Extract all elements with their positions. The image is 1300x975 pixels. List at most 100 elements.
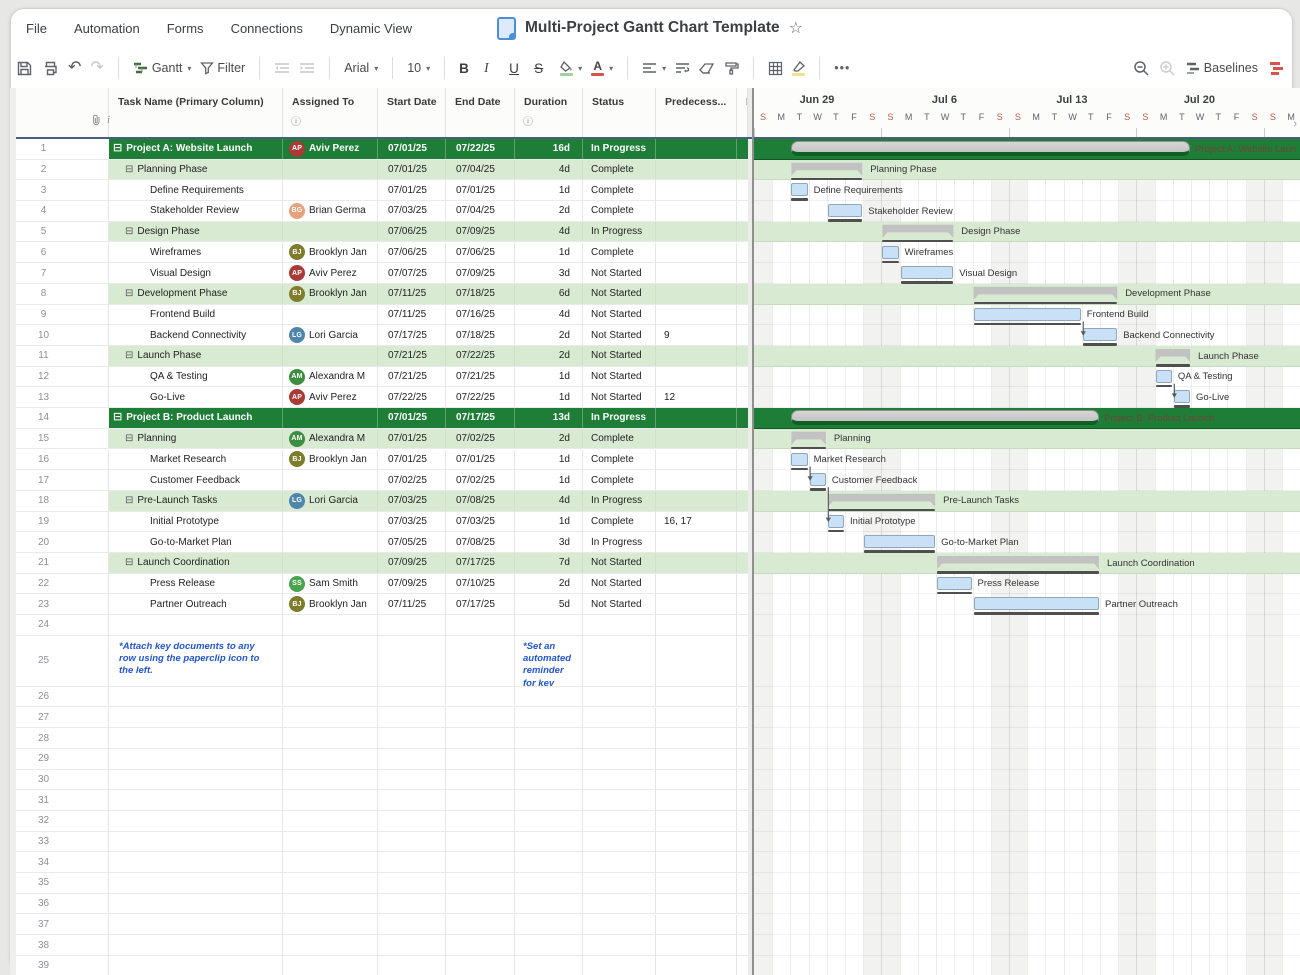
- table-row[interactable]: 35: [16, 873, 748, 894]
- cell-notes[interactable]: [737, 915, 748, 935]
- cell-end-date[interactable]: [446, 956, 515, 975]
- column-header-start[interactable]: Start Date: [378, 88, 446, 137]
- cell-status[interactable]: Complete: [583, 450, 656, 470]
- cell-notes[interactable]: [737, 201, 748, 221]
- cell-start-date[interactable]: 07/11/25: [378, 284, 446, 304]
- table-row[interactable]: 18⊟Pre-Launch TasksLGLori Garcia07/03/25…: [16, 491, 748, 512]
- cell-notes[interactable]: [737, 956, 748, 975]
- cell-status[interactable]: Not Started: [583, 346, 656, 366]
- cell-predecessors[interactable]: [656, 201, 737, 221]
- cell-predecessors[interactable]: 16, 17: [656, 512, 737, 532]
- cell-duration[interactable]: 1d: [515, 450, 583, 470]
- cell-start-date[interactable]: [378, 852, 446, 872]
- gantt-summary-bar[interactable]: [882, 225, 953, 238]
- cell-assigned-to[interactable]: BJBrooklyn Jan: [283, 284, 378, 304]
- collapse-icon[interactable]: ⊟: [125, 558, 133, 568]
- gantt-row[interactable]: [754, 894, 1300, 915]
- cell-predecessors[interactable]: [656, 574, 737, 594]
- cell-assigned-to[interactable]: [283, 811, 378, 831]
- cell-assigned-to[interactable]: [283, 790, 378, 810]
- cell-notes[interactable]: [737, 894, 748, 914]
- table-row[interactable]: 37: [16, 915, 748, 936]
- row-number[interactable]: 10: [16, 325, 109, 345]
- cell-notes[interactable]: [737, 222, 748, 242]
- cell-task-name[interactable]: Go-to-Market Plan: [109, 532, 283, 552]
- cell-assigned-to[interactable]: [283, 532, 378, 552]
- cell-task-name[interactable]: ⊟Development Phase: [109, 284, 283, 304]
- cell-notes[interactable]: [737, 160, 748, 180]
- cell-end-date[interactable]: [446, 832, 515, 852]
- cell-status[interactable]: Not Started: [583, 387, 656, 407]
- cell-assigned-to[interactable]: LGLori Garcia: [283, 491, 378, 511]
- cell-assigned-to[interactable]: [283, 894, 378, 914]
- cell-assigned-to[interactable]: APAviv Perez: [283, 139, 378, 159]
- cell-duration[interactable]: 4d: [515, 491, 583, 511]
- cell-notes[interactable]: [737, 811, 748, 831]
- table-row[interactable]: 29: [16, 749, 748, 770]
- cell-end-date[interactable]: 07/02/25: [446, 470, 515, 490]
- cell-end-date[interactable]: 07/10/25: [446, 574, 515, 594]
- cell-assigned-to[interactable]: [283, 160, 378, 180]
- table-row[interactable]: 38: [16, 935, 748, 956]
- gantt-row[interactable]: Pre-Launch Tasks: [754, 491, 1300, 512]
- cell-duration[interactable]: [515, 935, 583, 955]
- cell-task-name[interactable]: [109, 728, 283, 748]
- cell-notes[interactable]: [737, 574, 748, 594]
- table-row[interactable]: 20Go-to-Market Plan07/05/2507/08/253dIn …: [16, 532, 748, 553]
- gantt-bar[interactable]: [828, 204, 862, 217]
- cell-notes[interactable]: [737, 450, 748, 470]
- cell-notes[interactable]: [737, 749, 748, 769]
- collapse-icon[interactable]: ⊟: [125, 165, 133, 175]
- cell-status[interactable]: Not Started: [583, 284, 656, 304]
- cell-status[interactable]: Not Started: [583, 553, 656, 573]
- cell-assigned-to[interactable]: [283, 832, 378, 852]
- row-number[interactable]: 4: [16, 201, 109, 221]
- cell-notes[interactable]: [737, 594, 748, 614]
- cell-assigned-to[interactable]: BJBrooklyn Jan: [283, 594, 378, 614]
- row-number[interactable]: 25: [16, 636, 109, 686]
- table-row[interactable]: 5⊟Design Phase07/06/2507/09/254dIn Progr…: [16, 222, 748, 243]
- gantt-row[interactable]: Go-to-Market Plan: [754, 532, 1300, 553]
- gantt-summary-bar[interactable]: [828, 494, 935, 507]
- cell-predecessors[interactable]: [656, 790, 737, 810]
- menu-file[interactable]: File: [26, 21, 47, 36]
- cell-status[interactable]: [583, 894, 656, 914]
- cell-notes[interactable]: [737, 139, 748, 159]
- more-options-button[interactable]: •••: [834, 61, 850, 75]
- cell-end-date[interactable]: 07/18/25: [446, 284, 515, 304]
- cell-task-name[interactable]: [109, 915, 283, 935]
- cell-task-name[interactable]: [109, 956, 283, 975]
- cell-task-name[interactable]: ⊟Planning: [109, 429, 283, 449]
- cell-predecessors[interactable]: [656, 429, 737, 449]
- cell-notes[interactable]: [737, 935, 748, 955]
- cell-predecessors[interactable]: [656, 852, 737, 872]
- cell-predecessors[interactable]: [656, 491, 737, 511]
- row-number[interactable]: 36: [16, 894, 109, 914]
- gantt-row[interactable]: Initial Prototype: [754, 512, 1300, 533]
- cell-assigned-to[interactable]: [283, 915, 378, 935]
- cell-predecessors[interactable]: [656, 636, 737, 686]
- cell-end-date[interactable]: 07/22/25: [446, 387, 515, 407]
- cell-task-name[interactable]: Press Release: [109, 574, 283, 594]
- cell-notes[interactable]: [737, 852, 748, 872]
- cell-assigned-to[interactable]: [283, 956, 378, 975]
- row-number[interactable]: 7: [16, 263, 109, 283]
- row-number[interactable]: 2: [16, 160, 109, 180]
- cell-assigned-to[interactable]: LGLori Garcia: [283, 325, 378, 345]
- cell-status[interactable]: [583, 811, 656, 831]
- gantt-bar[interactable]: [901, 266, 954, 279]
- bold-button[interactable]: B: [459, 61, 475, 76]
- cell-status[interactable]: Complete: [583, 470, 656, 490]
- cell-assigned-to[interactable]: APAviv Perez: [283, 387, 378, 407]
- cell-status[interactable]: Not Started: [583, 574, 656, 594]
- row-number[interactable]: 32: [16, 811, 109, 831]
- cell-status[interactable]: In Progress: [583, 491, 656, 511]
- cell-duration[interactable]: 3d: [515, 263, 583, 283]
- cell-predecessors[interactable]: [656, 346, 737, 366]
- text-color-button[interactable]: A▾: [591, 60, 613, 76]
- cell-task-name[interactable]: Market Research: [109, 450, 283, 470]
- gantt-row[interactable]: Launch Coordination: [754, 553, 1300, 574]
- column-header-end[interactable]: End Date: [446, 88, 515, 137]
- cell-duration[interactable]: 16d: [515, 139, 583, 159]
- cell-start-date[interactable]: 07/21/25: [378, 367, 446, 387]
